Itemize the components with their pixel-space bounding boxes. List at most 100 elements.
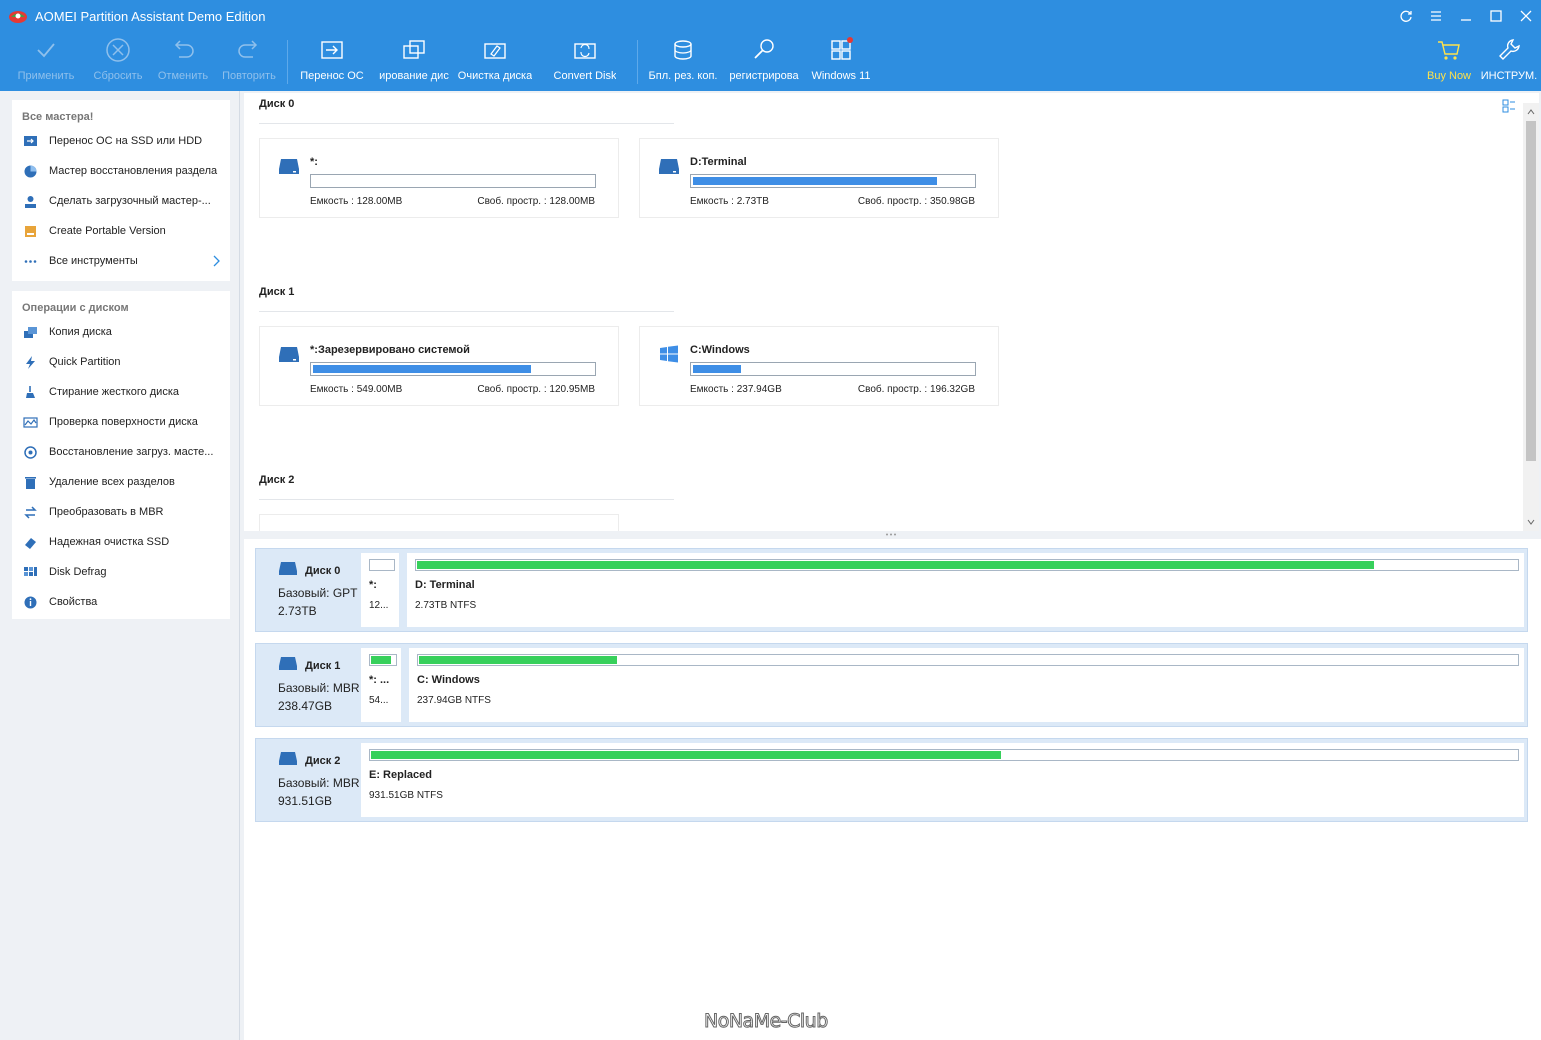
drive-icon	[279, 752, 297, 765]
view-toggle-icon[interactable]	[1501, 98, 1517, 114]
partition-block[interactable]: E: Replaced 931.51GB NTFS	[361, 743, 1524, 817]
convert-disk-icon	[574, 43, 596, 59]
wipe-disk-button[interactable]: Очистка диска	[455, 34, 535, 88]
database-backup-icon	[674, 40, 692, 60]
partition-card[interactable]: *:Зарезервировано системой Емкость : 549…	[259, 326, 619, 406]
usage-bar-fill	[313, 365, 532, 373]
surface-test-icon	[22, 416, 38, 428]
close-button[interactable]	[1511, 0, 1541, 32]
usage-bar	[690, 362, 976, 376]
grip-dots-icon	[886, 533, 896, 536]
vertical-scrollbar[interactable]	[1523, 103, 1539, 531]
buy-now-button[interactable]: Buy Now	[1422, 34, 1476, 88]
usage-bar	[310, 174, 596, 188]
divider	[259, 499, 674, 500]
disk-row[interactable]: Диск 2 Базовый: MBR 931.51GB E: Replaced…	[255, 738, 1528, 822]
disk-info[interactable]: Диск 1 Базовый: MBR 238.47GB	[256, 644, 360, 726]
sidebar-item-convert-mbr[interactable]: Преобразовать в MBR	[12, 497, 230, 527]
pane-splitter[interactable]	[240, 531, 1541, 539]
portable-drive-icon	[24, 225, 36, 237]
partition-block[interactable]: *: 12...	[361, 553, 399, 627]
maximize-icon	[1490, 10, 1502, 22]
key-search-icon	[754, 39, 774, 59]
backup-button[interactable]: Бпл. рез. коп.	[645, 34, 721, 88]
scroll-down-icon[interactable]	[1526, 517, 1536, 527]
drive-icon	[659, 159, 679, 174]
sidebar-item-ssd-secure-erase[interactable]: Надежная очистка SSD	[12, 527, 230, 557]
sidebar-item-delete-partitions[interactable]: Удаление всех разделов	[12, 467, 230, 497]
windows11-button[interactable]: Windows 11	[808, 34, 874, 88]
disk-1-title: Диск 1	[259, 286, 295, 298]
sidebar-item-quick-partition[interactable]: Quick Partition	[12, 347, 230, 377]
discard-button[interactable]: Сбросить	[86, 34, 150, 88]
disk-row[interactable]: Диск 1 Базовый: MBR 238.47GB *: ... 54..…	[255, 643, 1528, 727]
apply-button[interactable]: Применить	[14, 34, 78, 88]
wizards-panel: Все мастера! Перенос ОС на SSD или HDD М…	[12, 100, 230, 281]
partition-card[interactable]: *: Емкость : 128.00MB Своб. простр. : 12…	[259, 138, 619, 218]
partition-block[interactable]: D: Terminal 2.73TB NTFS	[407, 553, 1524, 627]
redo-button[interactable]: Повторить	[217, 34, 281, 88]
disk-info[interactable]: Диск 2 Базовый: MBR 931.51GB	[256, 739, 360, 821]
sidebar-item-portable-version[interactable]: Create Portable Version	[12, 216, 230, 246]
partition-block[interactable]: *: ... 54...	[361, 648, 401, 722]
checkmark-icon	[37, 43, 55, 58]
refresh-button[interactable]	[1391, 0, 1421, 32]
sidebar-item-bootable-media[interactable]: Сделать загрузочный мастер-...	[12, 186, 230, 216]
partition-usage-bar	[417, 654, 1519, 666]
undo-icon	[174, 40, 194, 58]
disk-operations-title: Операции с диском	[22, 302, 129, 314]
top-bar: AOMEI Partition Assistant Demo Edition П…	[0, 0, 1541, 91]
partition-card[interactable]: C:Windows Емкость : 237.94GB Своб. прост…	[639, 326, 999, 406]
migrate-os-icon	[321, 41, 343, 59]
wrench-icon	[1499, 39, 1520, 60]
undo-button[interactable]: Отменить	[152, 34, 214, 88]
disk-info[interactable]: Диск 0 Базовый: GPT 2.73TB	[256, 549, 360, 631]
hamburger-icon	[1431, 11, 1441, 21]
tools-button[interactable]: ИНСТРУМ.	[1480, 34, 1538, 88]
disk-0-title: Диск 0	[259, 98, 295, 110]
drive-icon	[279, 562, 297, 575]
pie-chart-icon	[24, 165, 36, 177]
sidebar-item-disk-defrag[interactable]: Disk Defrag	[12, 557, 230, 587]
user-media-icon	[24, 195, 36, 208]
maximize-button[interactable]	[1481, 0, 1511, 32]
partition-card[interactable]	[259, 514, 619, 531]
migrate-os-button[interactable]: Перенос ОС	[299, 34, 365, 88]
drive-icon	[279, 159, 299, 174]
drive-icon	[279, 657, 297, 670]
partition-usage-bar	[369, 654, 397, 666]
disk-row[interactable]: Диск 0 Базовый: GPT 2.73TB *: 12... D: T…	[255, 548, 1528, 632]
menu-button[interactable]	[1421, 0, 1451, 32]
register-button[interactable]: регистрирова	[728, 34, 800, 88]
wipe-disk-icon	[484, 43, 506, 59]
trash-icon	[24, 476, 36, 489]
sidebar-item-migrate-os[interactable]: Перенос ОС на SSD или HDD	[12, 126, 230, 156]
window-controls	[1391, 0, 1541, 32]
convert-disk-button[interactable]: Convert Disk	[548, 34, 622, 88]
sidebar-item-rebuild-mbr[interactable]: Восстановление загруз. масте...	[12, 437, 230, 467]
partition-block[interactable]: C: Windows 237.94GB NTFS	[409, 648, 1524, 722]
sidebar-item-surface-test[interactable]: Проверка поверхности диска	[12, 407, 230, 437]
sidebar-item-partition-recovery[interactable]: Мастер восстановления раздела	[12, 156, 230, 186]
sidebar-item-disk-copy[interactable]: Копия диска	[12, 317, 230, 347]
drive-icon	[279, 347, 299, 362]
scroll-up-icon[interactable]	[1526, 107, 1536, 117]
divider	[259, 311, 674, 312]
partition-usage-bar	[415, 559, 1519, 571]
clone-disk-icon	[403, 40, 425, 59]
toolbar-separator	[287, 40, 288, 84]
usage-bar	[310, 362, 596, 376]
sidebar-item-properties[interactable]: Свойства	[12, 587, 230, 617]
clone-disk-button[interactable]: ирование дис	[377, 34, 451, 88]
sidebar-item-all-tools[interactable]: Все инструменты	[12, 246, 230, 276]
partition-card[interactable]: D:Terminal Емкость : 2.73TB Своб. простр…	[639, 138, 999, 218]
minimize-button[interactable]	[1451, 0, 1481, 32]
close-icon	[1520, 10, 1532, 22]
scroll-thumb[interactable]	[1526, 121, 1536, 461]
usage-bar-fill	[693, 177, 937, 185]
partition-usage-bar	[369, 749, 1519, 761]
eraser-icon	[24, 537, 36, 549]
broom-icon	[25, 385, 35, 398]
defrag-icon	[23, 566, 37, 576]
sidebar-item-wipe-disk[interactable]: Стирание жесткого диска	[12, 377, 230, 407]
